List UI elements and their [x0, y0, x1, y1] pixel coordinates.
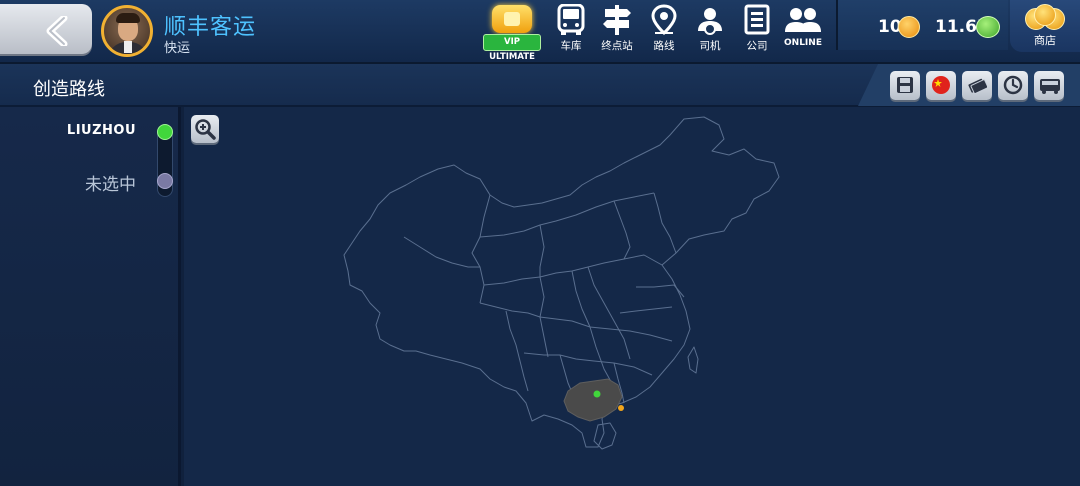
tickets-button[interactable]	[962, 71, 992, 100]
map-pin-icon	[651, 4, 677, 36]
users-icon	[785, 8, 821, 32]
nav-online-button[interactable]: ONLINE	[780, 2, 826, 56]
nav-drivers-button[interactable]: 司机	[687, 2, 733, 56]
zoom-in-icon	[195, 119, 216, 140]
province-line	[653, 192, 677, 254]
nav-terminal-label: 终点站	[601, 40, 633, 52]
china-border	[343, 116, 780, 448]
gold-coin-icon	[898, 16, 920, 38]
save-icon	[897, 77, 913, 93]
top-bar: 顺丰客运 快运 VIP ULTIMATE 车库 终点站 路线 司机 公司 ONL…	[0, 0, 1080, 64]
route-stops-panel: LIUZHOU 未选中	[0, 107, 181, 486]
shop-label: 商店	[1034, 34, 1056, 47]
province-line	[619, 306, 673, 314]
page-title: 创造路线	[33, 79, 105, 100]
vip-label: VIP ULTIMATE	[483, 34, 541, 62]
nav-online-label: ONLINE	[784, 38, 822, 48]
province-line	[613, 200, 631, 260]
china-map[interactable]	[184, 107, 1080, 486]
sub-header: 创造路线	[0, 64, 1080, 107]
nav-company-label: 公司	[746, 40, 768, 52]
schedule-button[interactable]	[998, 71, 1028, 100]
coin-stack-icon	[1023, 4, 1067, 30]
stop-selected-dot[interactable]	[157, 124, 173, 140]
bus-front-icon	[1040, 79, 1060, 94]
nav-company-button[interactable]: 公司	[734, 2, 780, 56]
driver-icon	[698, 8, 722, 35]
signpost-icon	[603, 5, 631, 35]
province-line	[539, 224, 549, 358]
province-line	[505, 310, 529, 392]
save-button[interactable]	[890, 71, 920, 100]
province-line	[483, 254, 663, 286]
company-subtitle: 快运	[164, 41, 191, 56]
city-marker-liuzhou[interactable]	[593, 390, 601, 398]
player-avatar[interactable]	[101, 5, 153, 57]
highlighted-province-guangxi	[563, 378, 623, 422]
route-map[interactable]	[184, 107, 1080, 486]
zoom-button[interactable]	[191, 115, 219, 143]
tickets-icon	[968, 78, 987, 95]
nav-routes-button[interactable]: 路线	[641, 2, 687, 56]
currency-panel: 10 11.6K	[836, 0, 1008, 50]
hainan-island	[593, 422, 617, 450]
clock-icon	[1003, 75, 1023, 95]
nav-garage-label: 车库	[560, 40, 582, 52]
province-line	[471, 194, 491, 304]
province-line	[479, 192, 655, 238]
nav-terminal-button[interactable]: 终点站	[594, 2, 640, 56]
toolbar	[858, 64, 1080, 106]
nav-garage-button[interactable]: 车库	[548, 2, 594, 56]
cash-icon	[976, 16, 1000, 38]
nav-drivers-label: 司机	[699, 40, 721, 52]
bus-select-button[interactable]	[1034, 71, 1064, 100]
stop-unselected-dot[interactable]	[157, 173, 173, 189]
country-button[interactable]	[926, 71, 956, 100]
back-button[interactable]	[0, 4, 92, 54]
province-line	[403, 236, 480, 268]
stop-label[interactable]: 未选中	[85, 170, 136, 195]
chevron-left-icon	[46, 16, 68, 46]
vip-badge[interactable]: VIP ULTIMATE	[483, 3, 541, 62]
china-flag-icon	[932, 76, 950, 94]
province-line	[636, 284, 685, 298]
app-root: 顺丰客运 快运 VIP ULTIMATE 车库 终点站 路线 司机 公司 ONL…	[0, 0, 1080, 486]
stop-label[interactable]: LIUZHOU	[67, 123, 136, 138]
province-line	[523, 352, 653, 376]
taiwan-island	[687, 346, 699, 374]
company-icon	[744, 4, 770, 35]
city-marker-secondary[interactable]	[618, 405, 624, 411]
vip-ticket-icon	[492, 5, 532, 33]
nav-routes-label: 路线	[653, 40, 675, 52]
shop-button[interactable]: 商店	[1010, 0, 1080, 52]
bus-icon	[557, 4, 585, 35]
